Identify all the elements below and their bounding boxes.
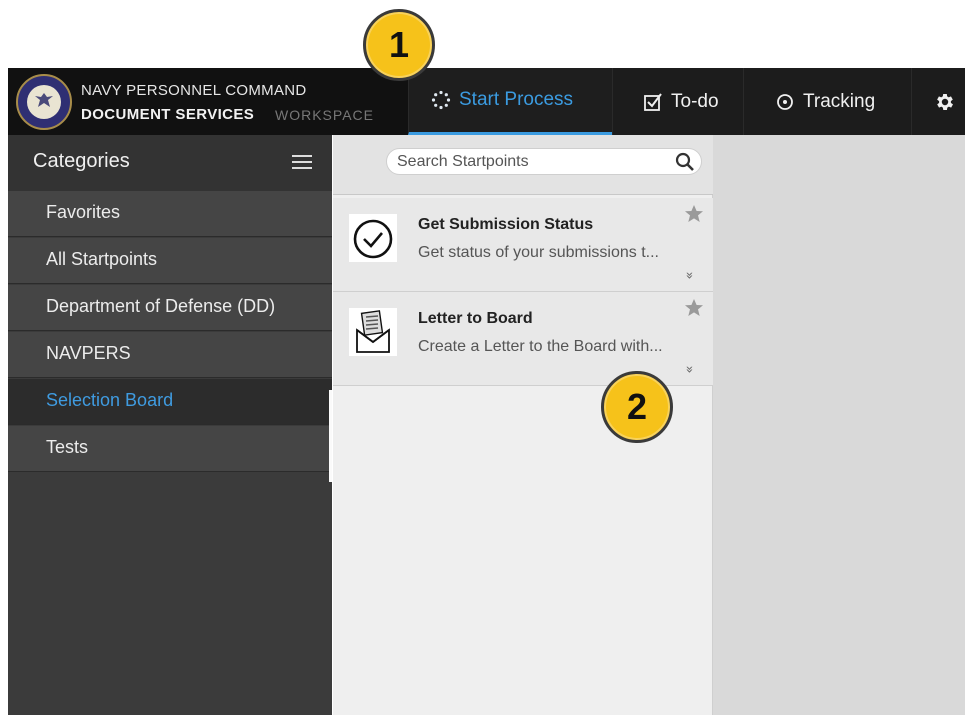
card-title: Letter to Board — [418, 310, 533, 327]
tab-label: Start Process — [459, 89, 574, 110]
sidebar-item-label: Selection Board — [46, 390, 174, 410]
tab-start-process[interactable]: Start Process — [408, 68, 612, 135]
letter-envelope-icon — [349, 308, 397, 356]
callout-marker-2: 2 — [601, 371, 673, 443]
app-header: NAVY PERSONNEL COMMAND DOCUMENT SERVICES… — [8, 68, 965, 135]
favorite-star-icon[interactable] — [684, 298, 704, 317]
search-input[interactable] — [397, 151, 667, 172]
tab-label: Tracking — [803, 90, 876, 112]
brand-line-2: DOCUMENT SERVICES — [81, 106, 255, 123]
search-box — [386, 148, 702, 175]
navy-seal-logo — [16, 74, 72, 130]
search-icon[interactable] — [675, 152, 695, 172]
sidebar-title: Categories — [33, 150, 130, 172]
sidebar-empty-area — [8, 475, 332, 715]
chevron-double-down-icon[interactable]: » — [681, 366, 696, 374]
checkbox-icon — [644, 92, 662, 111]
tab-label: To-do — [671, 90, 719, 112]
gear-icon — [937, 93, 953, 110]
startpoint-card-get-submission-status[interactable]: Get Submission Status Get status of your… — [333, 198, 713, 292]
sidebar-item-label: Tests — [46, 437, 89, 457]
check-circle-icon — [349, 214, 397, 262]
card-description: Get status of your submissions t... — [418, 244, 659, 261]
spinner-icon — [431, 90, 451, 110]
favorite-star-icon[interactable] — [684, 204, 704, 223]
card-description: Create a Letter to the Board with... — [418, 338, 663, 355]
target-icon — [777, 93, 793, 110]
brand-line-1: NAVY PERSONNEL COMMAND — [81, 82, 307, 99]
detail-pane — [713, 135, 965, 715]
sidebar-scrollbar[interactable] — [329, 390, 332, 482]
eagle-icon — [35, 93, 53, 107]
sidebar-header: Categories — [8, 135, 332, 191]
sidebar-item-label: Department of Defense (DD) — [46, 296, 276, 316]
search-bar — [333, 135, 713, 195]
tab-tracking[interactable]: Tracking — [743, 68, 911, 135]
card-title: Get Submission Status — [418, 216, 594, 233]
sidebar-item-selection-board[interactable]: Selection Board — [8, 379, 332, 425]
sidebar-item-label: Favorites — [46, 202, 121, 222]
brand-line-3: WORKSPACE — [275, 107, 374, 123]
top-margin — [0, 0, 965, 68]
tab-to-do[interactable]: To-do — [612, 68, 743, 135]
sidebar-item-favorites[interactable]: Favorites — [8, 191, 332, 237]
sidebar-item-label: All Startpoints — [46, 249, 158, 269]
hamburger-menu-icon[interactable] — [292, 155, 312, 170]
callout-marker-1: 1 — [363, 9, 435, 81]
sidebar-item-department-of-defense[interactable]: Department of Defense (DD) — [8, 285, 332, 331]
sidebar-item-all-startpoints[interactable]: All Startpoints — [8, 238, 332, 284]
startpoint-card-letter-to-board[interactable]: Letter to Board Create a Letter to the B… — [333, 292, 713, 386]
sidebar-item-tests[interactable]: Tests — [8, 426, 332, 472]
sidebar-item-navpers[interactable]: NAVPERS — [8, 332, 332, 378]
sidebar-item-label: NAVPERS — [46, 343, 131, 363]
chevron-double-down-icon[interactable]: » — [681, 272, 696, 280]
settings-button[interactable] — [911, 68, 965, 135]
categories-sidebar: Categories Favorites All Startpoints Dep… — [8, 135, 332, 715]
